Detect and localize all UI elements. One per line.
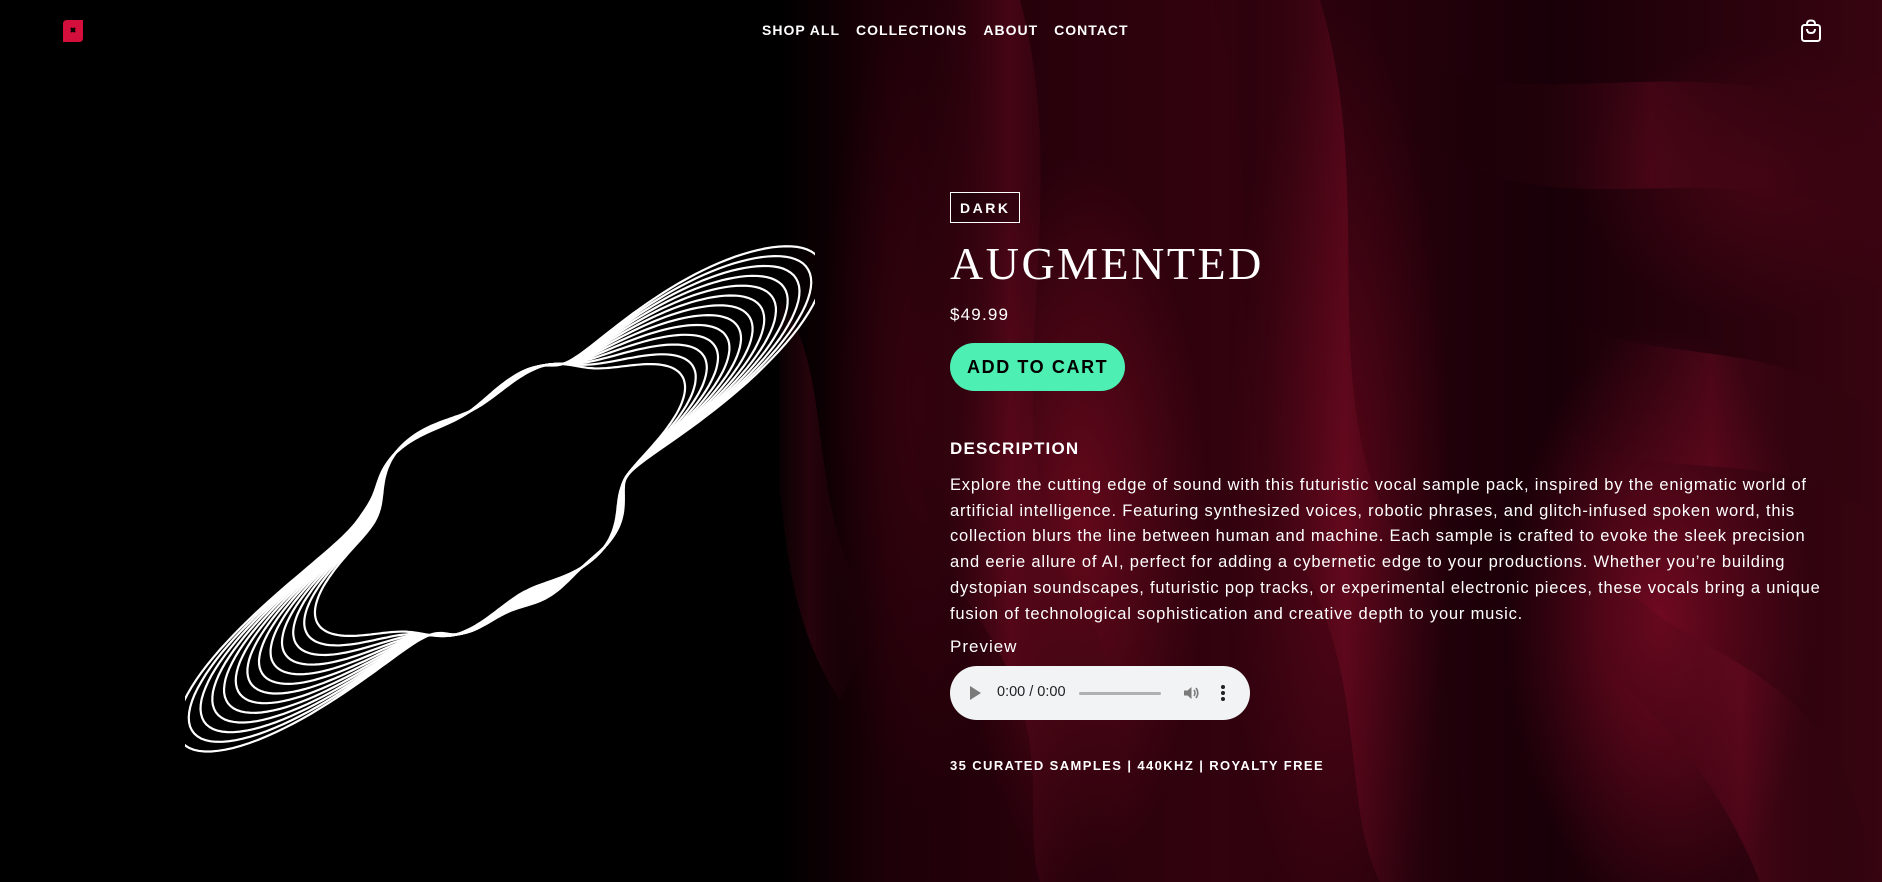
wave-ring-line: [199, 264, 801, 734]
nav-collections[interactable]: COLLECTIONS: [856, 22, 967, 38]
wave-ring-line: [280, 333, 720, 666]
preview-label: Preview: [950, 637, 1018, 657]
product-artwork: [175, 185, 825, 815]
product-price: $49.99: [950, 305, 1010, 324]
waveform-ring-artwork: [175, 245, 825, 753]
wave-ring-line: [211, 274, 789, 724]
product-title: AUGMENTED: [950, 238, 1264, 289]
brand-logo-icon[interactable]: [60, 18, 86, 44]
category-tag[interactable]: DARK: [950, 192, 1021, 223]
wave-ring-line: [269, 323, 731, 676]
description-text: Explore the cutting edge of sound with t…: [950, 476, 1821, 623]
wave-ring-line: [313, 362, 687, 638]
more-vertical-icon[interactable]: [1220, 684, 1226, 702]
audio-player[interactable]: 0:00 / 0:00: [950, 666, 1250, 721]
nav-shop-all[interactable]: SHOP ALL: [762, 22, 840, 38]
add-to-cart-button[interactable]: ADD TO CART: [950, 343, 1126, 391]
volume-icon[interactable]: [1182, 684, 1200, 702]
shopping-bag-icon[interactable]: [1800, 19, 1822, 43]
main-nav: SHOP ALL COLLECTIONS ABOUT CONTACT: [762, 22, 1129, 38]
description-heading: DESCRIPTION: [950, 439, 1080, 458]
play-icon[interactable]: [970, 686, 981, 701]
wave-ring-line: [257, 314, 743, 685]
wave-ring-line: [246, 304, 754, 695]
site-header: SHOP ALL COLLECTIONS ABOUT CONTACT: [0, 0, 1882, 64]
product-info: DARK AUGMENTED $49.99 ADD TO CART DESCRI…: [950, 192, 1830, 773]
wave-ring-line: [303, 353, 697, 647]
nav-contact[interactable]: CONTACT: [1054, 22, 1128, 38]
wave-ring-line: [234, 294, 766, 705]
wave-ring-line: [222, 284, 778, 714]
product-page: SHOP ALL COLLECTIONS ABOUT CONTACT DARK …: [0, 0, 1882, 882]
audio-progress-track[interactable]: [1079, 692, 1161, 696]
nav-about[interactable]: ABOUT: [983, 22, 1038, 38]
audio-time: 0:00 / 0:00: [997, 684, 1066, 701]
product-meta: 35 CURATED SAMPLES | 440KHZ | ROYALTY FR…: [950, 758, 1325, 774]
